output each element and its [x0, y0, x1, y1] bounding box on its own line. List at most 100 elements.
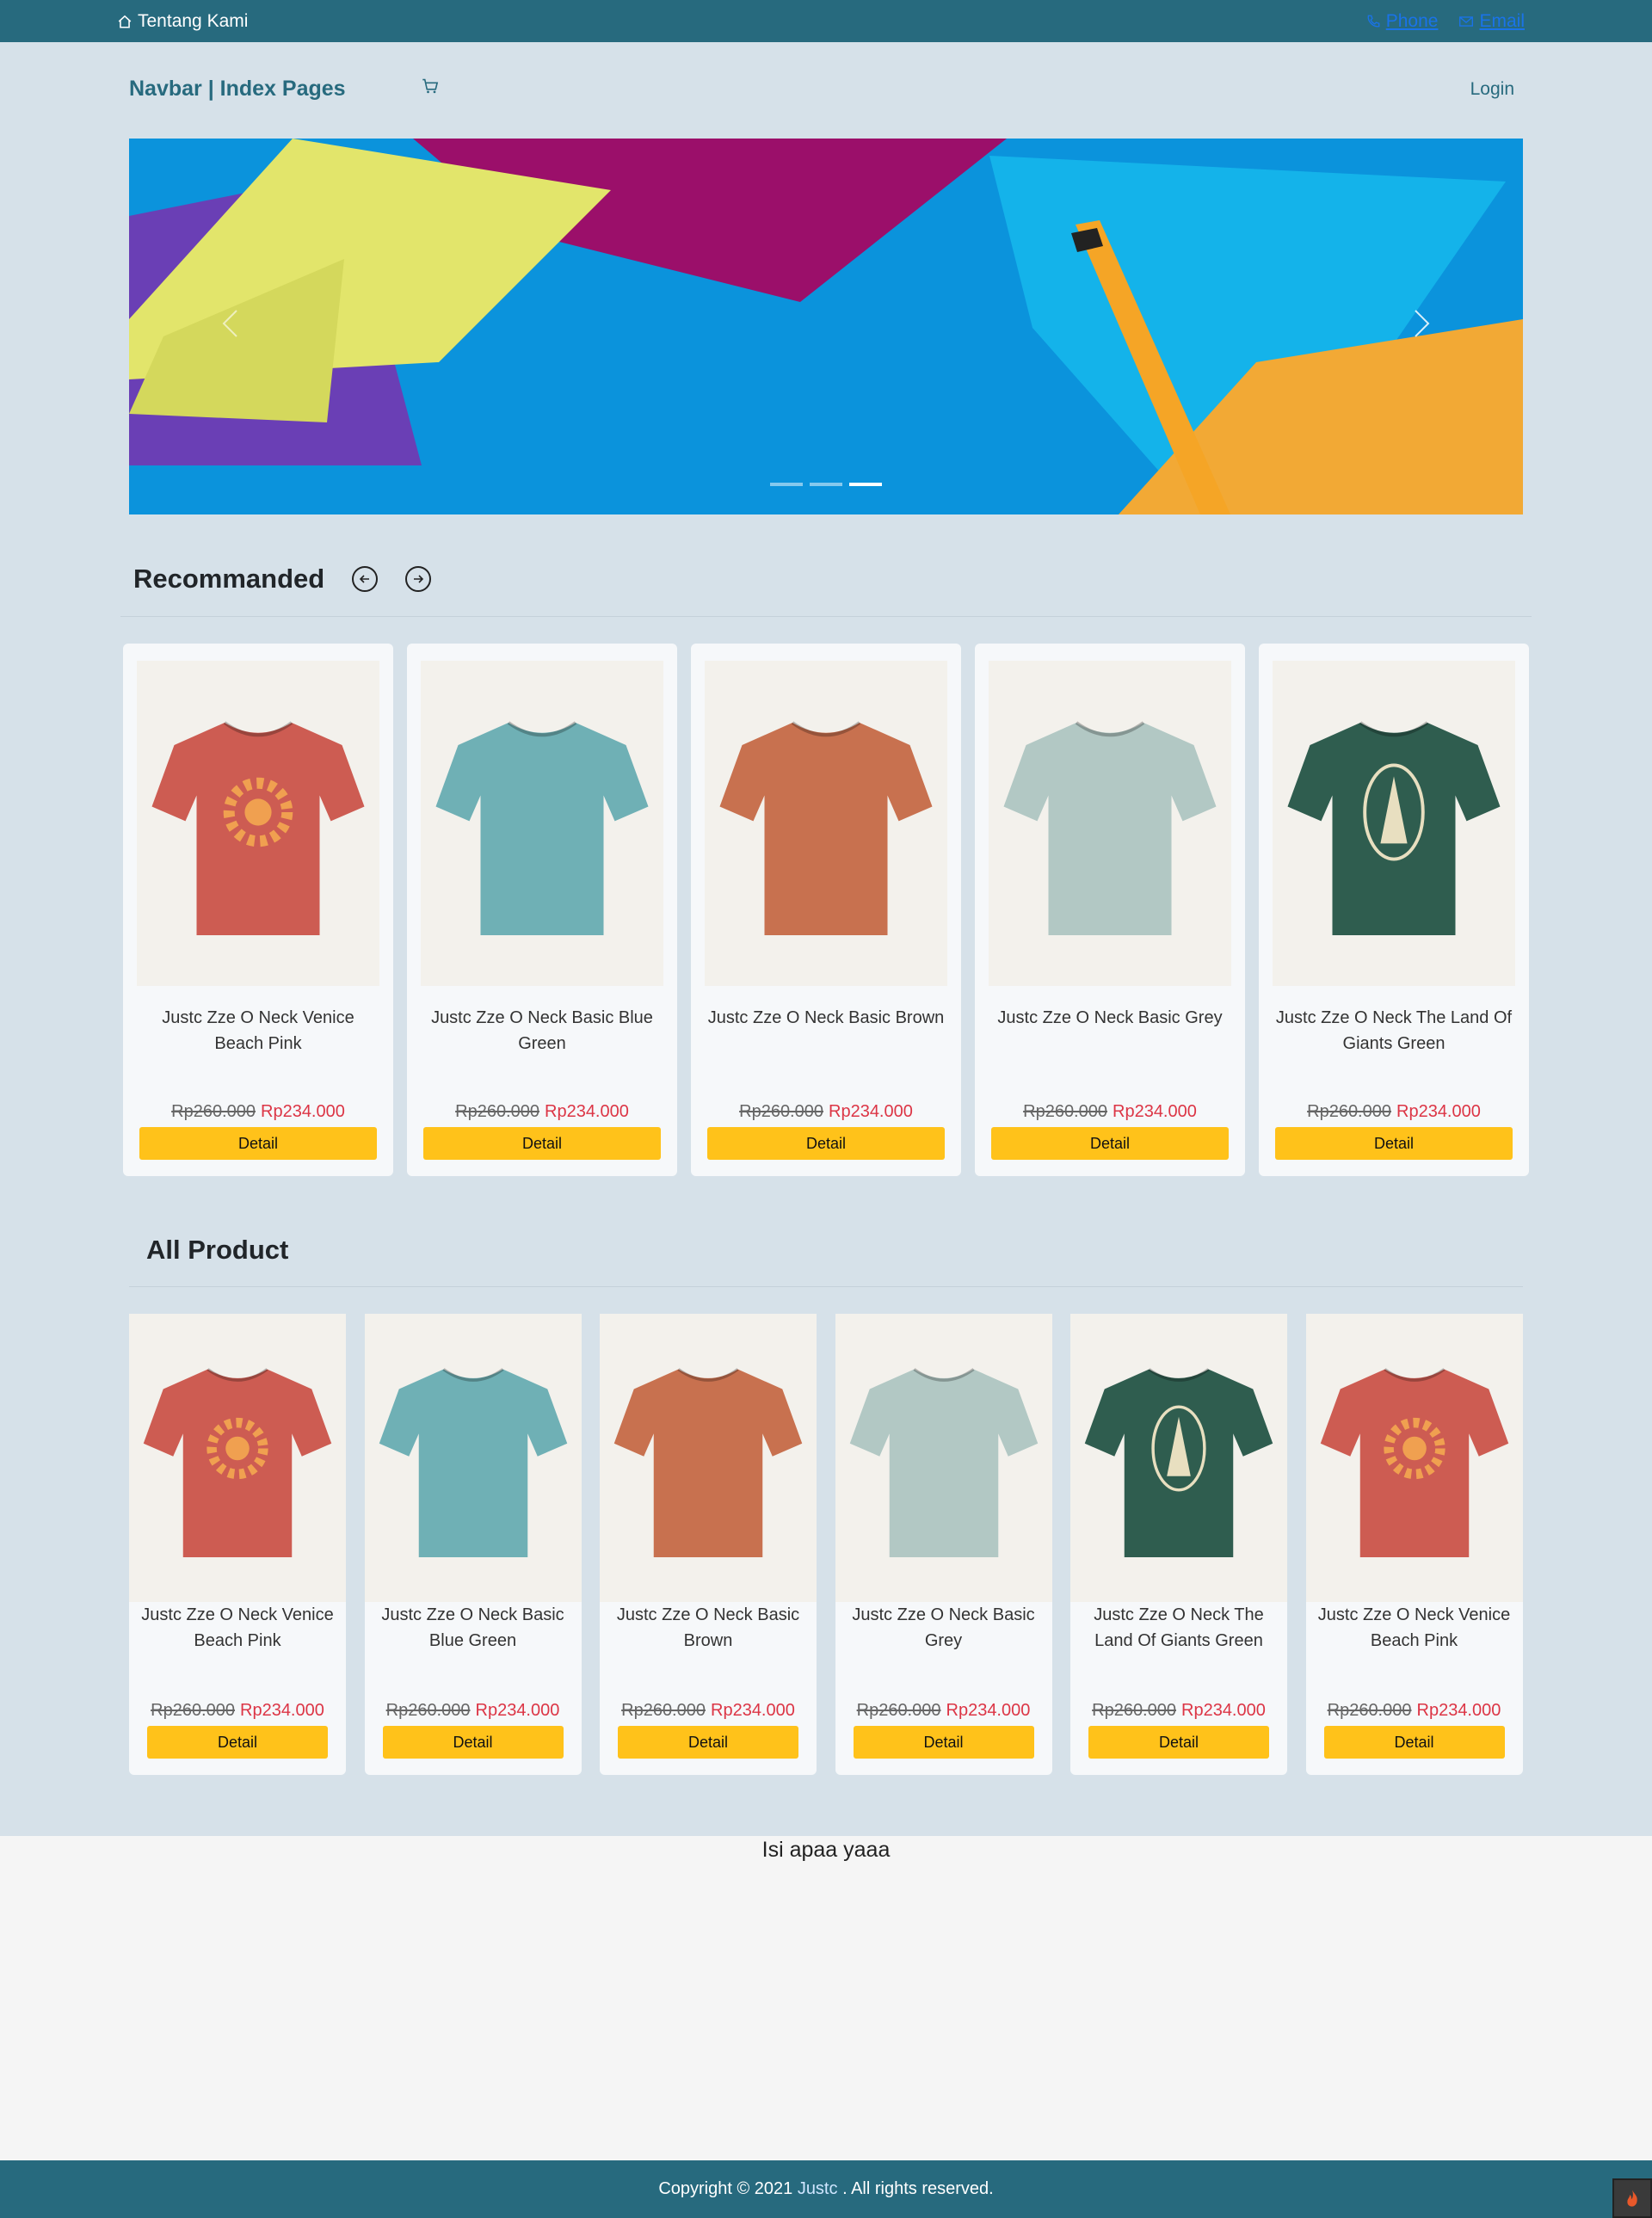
footer-copyright: Copyright © 2021	[658, 2179, 793, 2198]
hero-carousel	[129, 139, 1523, 514]
phone-icon	[1367, 15, 1380, 28]
product-card[interactable]: Justc Zze O Neck Basic Blue Green Rp260.0…	[364, 1314, 582, 1775]
product-card[interactable]: Justc Zze O Neck Basic Blue Green Rp260.0…	[407, 644, 677, 1176]
discount-price: Rp234.000	[545, 1102, 629, 1121]
email-label: Email	[1479, 11, 1525, 31]
about-label: Tentang Kami	[138, 11, 249, 31]
product-name[interactable]: Justc Zze O Neck Venice Beach Pink	[137, 1005, 379, 1057]
product-price: Rp260.000 Rp234.000	[129, 1701, 346, 1721]
about-link[interactable]: Tentang Kami	[117, 11, 248, 32]
cart-button[interactable]	[422, 77, 442, 98]
navbar-brand[interactable]: Navbar | Index Pages	[129, 77, 346, 102]
tshirt-image	[1003, 721, 1217, 935]
product-card[interactable]: Justc Zze O Neck The Land Of Giants Gree…	[1070, 1314, 1287, 1775]
product-card[interactable]: Justc Zze O Neck Basic Brown Rp260.000 Rp2…	[691, 644, 961, 1176]
original-price: Rp260.000	[1307, 1102, 1391, 1121]
detail-button[interactable]: Detail	[423, 1127, 661, 1160]
detail-button[interactable]: Detail	[618, 1726, 798, 1759]
product-price: Rp260.000 Rp234.000	[407, 1102, 677, 1122]
carousel-next-button[interactable]	[1402, 306, 1437, 341]
home-icon	[118, 15, 132, 28]
product-name[interactable]: Justc Zze O Neck Basic Brown	[610, 1602, 806, 1654]
detail-button[interactable]: Detail	[147, 1726, 328, 1759]
footer-brand-link[interactable]: Justc	[798, 2179, 838, 2198]
original-price: Rp260.000	[621, 1701, 706, 1720]
detail-button[interactable]: Detail	[853, 1726, 1034, 1759]
arrow-left-icon	[360, 575, 370, 583]
hero-image	[129, 139, 1523, 514]
product-card[interactable]: Justc Zze O Neck Venice Beach Pink Rp260.…	[123, 644, 393, 1176]
phone-label: Phone	[1385, 11, 1439, 31]
product-card[interactable]: Justc Zze O Neck The Land Of Giants Gree…	[1259, 644, 1529, 1176]
discount-price: Rp234.000	[946, 1701, 1031, 1720]
recommended-prev-button[interactable]	[352, 566, 379, 592]
tshirt-image	[435, 721, 649, 935]
product-card[interactable]: Justc Zze O Neck Basic Brown Rp260.000 Rp2…	[600, 1314, 817, 1775]
product-name[interactable]: Justc Zze O Neck The Land Of Giants Gree…	[1273, 1005, 1515, 1057]
product-image[interactable]	[835, 1314, 1052, 1602]
login-link[interactable]: Login	[1470, 79, 1514, 100]
product-name[interactable]: Justc Zze O Neck Basic Grey	[846, 1602, 1042, 1654]
product-name[interactable]: Justc Zze O Neck Basic Blue Green	[421, 1005, 663, 1057]
discount-price: Rp234.000	[829, 1102, 913, 1121]
footer-rights: . All rights reserved.	[842, 2179, 994, 2198]
carousel-indicator[interactable]	[849, 483, 882, 486]
product-image[interactable]	[364, 1314, 582, 1602]
recommended-divider	[120, 616, 1532, 617]
content-placeholder-text: Isi apaa yaaa	[761, 1838, 891, 1862]
product-price: Rp260.000 Rp234.000	[1070, 1701, 1287, 1721]
product-name[interactable]: Justc Zze O Neck The Land Of Giants Gree…	[1081, 1602, 1277, 1654]
product-card[interactable]: Justc Zze O Neck Basic Grey Rp260.000 Rp23…	[975, 644, 1245, 1176]
detail-button[interactable]: Detail	[991, 1127, 1229, 1160]
detail-button[interactable]: Detail	[1275, 1127, 1513, 1160]
product-image[interactable]	[137, 661, 379, 986]
product-name[interactable]: Justc Zze O Neck Venice Beach Pink	[1316, 1602, 1513, 1654]
detail-button[interactable]: Detail	[1323, 1726, 1505, 1759]
floating-action-button[interactable]	[1612, 2178, 1652, 2218]
product-price: Rp260.000 Rp234.000	[600, 1701, 817, 1721]
product-image[interactable]	[1070, 1314, 1287, 1602]
tshirt-image	[849, 1367, 1038, 1557]
recommended-next-button[interactable]	[405, 566, 432, 592]
product-name[interactable]: Justc Zze O Neck Basic Grey	[989, 1005, 1231, 1031]
discount-price: Rp234.000	[475, 1701, 560, 1720]
phone-link[interactable]: Phone	[1365, 11, 1439, 32]
carousel-indicators	[770, 483, 882, 486]
product-name[interactable]: Justc Zze O Neck Venice Beach Pink	[139, 1602, 336, 1654]
product-image[interactable]	[421, 661, 663, 986]
product-price: Rp260.000 Rp234.000	[1259, 1102, 1529, 1122]
product-card[interactable]: Justc Zze O Neck Venice Beach Pink Rp260.…	[1305, 1314, 1523, 1775]
product-card[interactable]: Justc Zze O Neck Venice Beach Pink Rp260.…	[129, 1314, 346, 1775]
original-price: Rp260.000	[455, 1102, 539, 1121]
detail-button[interactable]: Detail	[1088, 1726, 1269, 1759]
original-price: Rp260.000	[171, 1102, 256, 1121]
product-image[interactable]	[1273, 661, 1515, 986]
product-image[interactable]	[129, 1314, 346, 1602]
product-name[interactable]: Justc Zze O Neck Basic Blue Green	[375, 1602, 571, 1654]
product-name[interactable]: Justc Zze O Neck Basic Brown	[705, 1005, 947, 1031]
tshirt-image	[719, 721, 933, 935]
product-image[interactable]	[600, 1314, 817, 1602]
product-image[interactable]	[989, 661, 1231, 986]
discount-price: Rp234.000	[1113, 1102, 1197, 1121]
detail-button[interactable]: Detail	[139, 1127, 377, 1160]
original-price: Rp260.000	[739, 1102, 823, 1121]
all-products-header: All Product	[146, 1235, 288, 1266]
contact-links: Phone Email	[1365, 11, 1525, 32]
email-link[interactable]: Email	[1458, 11, 1525, 32]
detail-button[interactable]: Detail	[382, 1726, 564, 1759]
carousel-prev-button[interactable]	[215, 306, 250, 341]
detail-button[interactable]: Detail	[707, 1127, 945, 1160]
discount-price: Rp234.000	[261, 1102, 345, 1121]
cart-icon	[422, 78, 439, 94]
discount-price: Rp234.000	[711, 1701, 795, 1720]
product-image[interactable]	[705, 661, 947, 986]
carousel-indicator[interactable]	[770, 483, 803, 486]
tshirt-image	[379, 1367, 567, 1557]
tshirt-image	[1320, 1367, 1508, 1557]
discount-price: Rp234.000	[1181, 1701, 1266, 1720]
carousel-indicator[interactable]	[810, 483, 842, 486]
content-area: Isi apaa yaaa	[0, 1836, 1652, 2160]
product-image[interactable]	[1305, 1314, 1523, 1602]
product-card[interactable]: Justc Zze O Neck Basic Grey Rp260.000 Rp23…	[835, 1314, 1052, 1775]
